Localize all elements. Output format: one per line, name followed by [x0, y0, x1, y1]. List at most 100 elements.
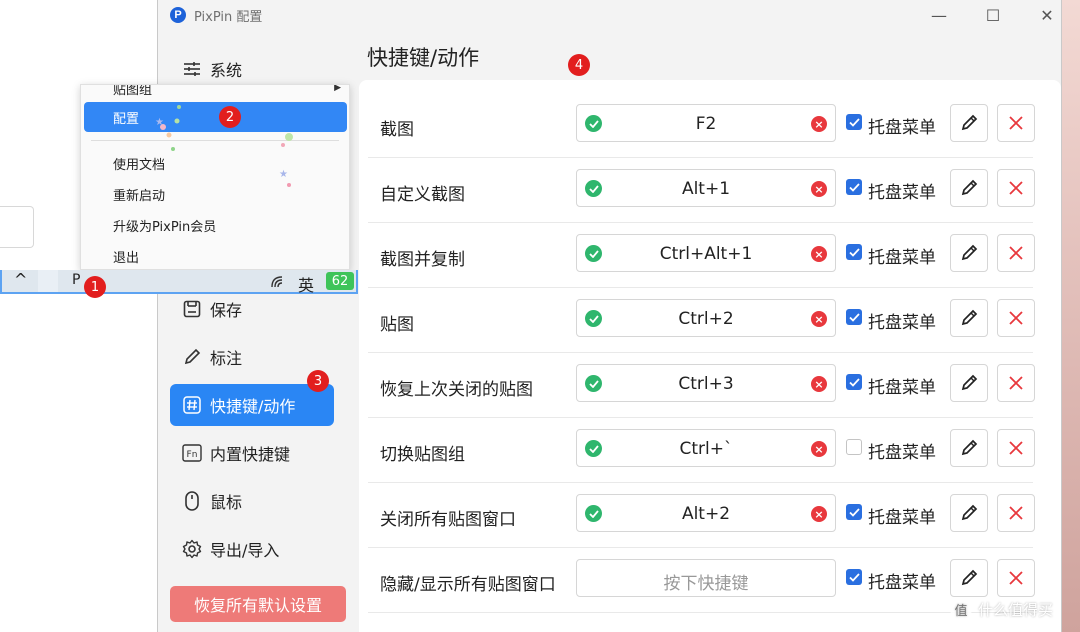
minimize-button[interactable]: —: [915, 0, 963, 30]
hotkey-value: Ctrl+2: [678, 309, 734, 329]
battery-badge: 62: [326, 272, 354, 290]
close-icon: [1009, 116, 1023, 130]
pixpin-logo-icon: P: [170, 7, 186, 23]
edit-hotkey-button[interactable]: [950, 429, 988, 467]
clear-hotkey-icon[interactable]: ×: [811, 506, 827, 522]
tray-menu-checkbox[interactable]: [846, 504, 862, 520]
windows-taskbar: ^ P 英 62: [0, 270, 358, 296]
watermark-logo-icon: 值: [950, 598, 972, 620]
maximize-button[interactable]: ☐: [969, 0, 1017, 30]
tray-menu-checkbox[interactable]: [846, 244, 862, 260]
edit-hotkey-button[interactable]: [950, 559, 988, 597]
menu-item-upgrade[interactable]: 升级为PixPin会员: [84, 210, 347, 240]
hotkey-input[interactable]: Ctrl+` ×: [576, 429, 836, 467]
tray-popup: 贴图组 ▶ 配置 使用文档 重新启动 升级为PixPin会员 退出 ★ ★ ^ …: [0, 84, 358, 298]
close-button[interactable]: ✕: [1023, 0, 1071, 30]
hotkey-value: Ctrl+Alt+1: [659, 244, 753, 264]
svg-text:★: ★: [279, 169, 288, 180]
tray-context-menu: 贴图组 ▶ 配置 使用文档 重新启动 升级为PixPin会员 退出 ★ ★: [80, 84, 350, 270]
pixpin-tray-icon[interactable]: P: [72, 272, 80, 288]
sliders-icon: [182, 59, 202, 79]
fn-key-icon: Fn: [182, 443, 202, 463]
hotkey-action-label: 自定义截图: [380, 185, 465, 205]
pencil-icon: [961, 439, 978, 456]
edit-hotkey-button[interactable]: [950, 494, 988, 532]
clear-hotkey-icon[interactable]: ×: [811, 116, 827, 132]
hotkey-input[interactable]: 按下快捷键: [576, 559, 836, 597]
show-hidden-icons-chevron-icon[interactable]: ^: [14, 270, 27, 289]
hotkey-value: F2: [695, 114, 717, 134]
sidebar-item-mouse[interactable]: 鼠标: [170, 480, 334, 522]
hotkey-input[interactable]: F2 ×: [576, 104, 836, 142]
hotkey-row: 自定义截图 Alt+1 × 托盘菜单: [368, 158, 1035, 223]
sidebar-item-label: 快捷键/动作: [210, 397, 296, 416]
edit-hotkey-button[interactable]: [950, 234, 988, 272]
annotation-marker-3: 3: [307, 370, 329, 392]
hotkey-row: 切换贴图组 Ctrl+` × 托盘菜单: [368, 418, 1035, 483]
edit-hotkey-button[interactable]: [950, 299, 988, 337]
title-bar: P PixPin 配置 — ☐ ✕: [158, 0, 1061, 30]
delete-hotkey-button[interactable]: [997, 104, 1035, 142]
sidebar-item-label: 标注: [210, 349, 243, 368]
annotation-marker-1: 1: [84, 276, 106, 298]
tray-menu-checkbox[interactable]: [846, 179, 862, 195]
clear-hotkey-icon[interactable]: ×: [811, 441, 827, 457]
close-icon: [1009, 246, 1023, 260]
tray-menu-checkbox[interactable]: [846, 374, 862, 390]
delete-hotkey-button[interactable]: [997, 299, 1035, 337]
tray-slot: [38, 270, 58, 292]
pencil-icon: [182, 347, 202, 367]
hotkey-input[interactable]: Alt+2 ×: [576, 494, 836, 532]
tray-menu-label: 托盘菜单: [868, 248, 936, 268]
sidebar-item-export-import[interactable]: 导出/导入: [170, 528, 334, 570]
close-icon: [1009, 311, 1023, 325]
watermark-text: 什么值得买: [978, 600, 1054, 619]
sidebar-item-builtin-hotkeys[interactable]: Fn 内置快捷键: [170, 432, 334, 474]
hotkey-value: Ctrl+`: [679, 439, 733, 459]
clear-hotkey-icon[interactable]: ×: [811, 311, 827, 327]
tray-menu-label: 托盘菜单: [868, 378, 936, 398]
hotkey-value: Alt+2: [681, 504, 731, 524]
svg-text:Fn: Fn: [187, 450, 198, 460]
window-title: PixPin 配置: [194, 9, 263, 25]
hotkey-row: 截图 F2 × 托盘菜单: [368, 93, 1035, 158]
ime-language-indicator[interactable]: 英: [298, 272, 314, 296]
annotation-marker-4: 4: [568, 54, 590, 76]
hotkey-input[interactable]: Alt+1 ×: [576, 169, 836, 207]
menu-item-exit[interactable]: 退出: [84, 241, 347, 269]
hotkey-action-label: 截图并复制: [380, 250, 465, 270]
wifi-icon[interactable]: [270, 275, 290, 289]
tray-menu-checkbox[interactable]: [846, 309, 862, 325]
pencil-icon: [961, 569, 978, 586]
delete-hotkey-button[interactable]: [997, 364, 1035, 402]
hotkey-action-label: 恢复上次关闭的贴图: [380, 380, 533, 400]
tray-menu-label: 托盘菜单: [868, 313, 936, 333]
hotkey-placeholder: 按下快捷键: [663, 574, 749, 594]
delete-hotkey-button[interactable]: [997, 234, 1035, 272]
reset-defaults-button[interactable]: 恢复所有默认设置: [170, 586, 346, 622]
hotkey-input[interactable]: Ctrl+2 ×: [576, 299, 836, 337]
tray-menu-checkbox[interactable]: [846, 439, 862, 455]
tray-menu-checkbox[interactable]: [846, 569, 862, 585]
tray-menu-checkbox[interactable]: [846, 114, 862, 130]
delete-hotkey-button[interactable]: [997, 494, 1035, 532]
edit-hotkey-button[interactable]: [950, 364, 988, 402]
sidebar-item-annotate[interactable]: 标注: [170, 336, 334, 378]
hotkey-input[interactable]: Ctrl+3 ×: [576, 364, 836, 402]
hash-icon: [182, 395, 202, 415]
clear-hotkey-icon[interactable]: ×: [811, 376, 827, 392]
clear-hotkey-icon[interactable]: ×: [811, 246, 827, 262]
sidebar-item-label: 内置快捷键: [210, 445, 291, 464]
close-icon: [1009, 376, 1023, 390]
annotation-marker-2: 2: [219, 106, 241, 128]
delete-hotkey-button[interactable]: [997, 429, 1035, 467]
desktop-wallpaper-edge: [1062, 0, 1080, 632]
edit-hotkey-button[interactable]: [950, 104, 988, 142]
page-title: 快捷键/动作: [367, 46, 480, 70]
hotkey-input[interactable]: Ctrl+Alt+1 ×: [576, 234, 836, 272]
edit-hotkey-button[interactable]: [950, 169, 988, 207]
sidebar-item-hotkeys[interactable]: 快捷键/动作: [170, 384, 334, 426]
clear-hotkey-icon[interactable]: ×: [811, 181, 827, 197]
delete-hotkey-button[interactable]: [997, 169, 1035, 207]
delete-hotkey-button[interactable]: [997, 559, 1035, 597]
